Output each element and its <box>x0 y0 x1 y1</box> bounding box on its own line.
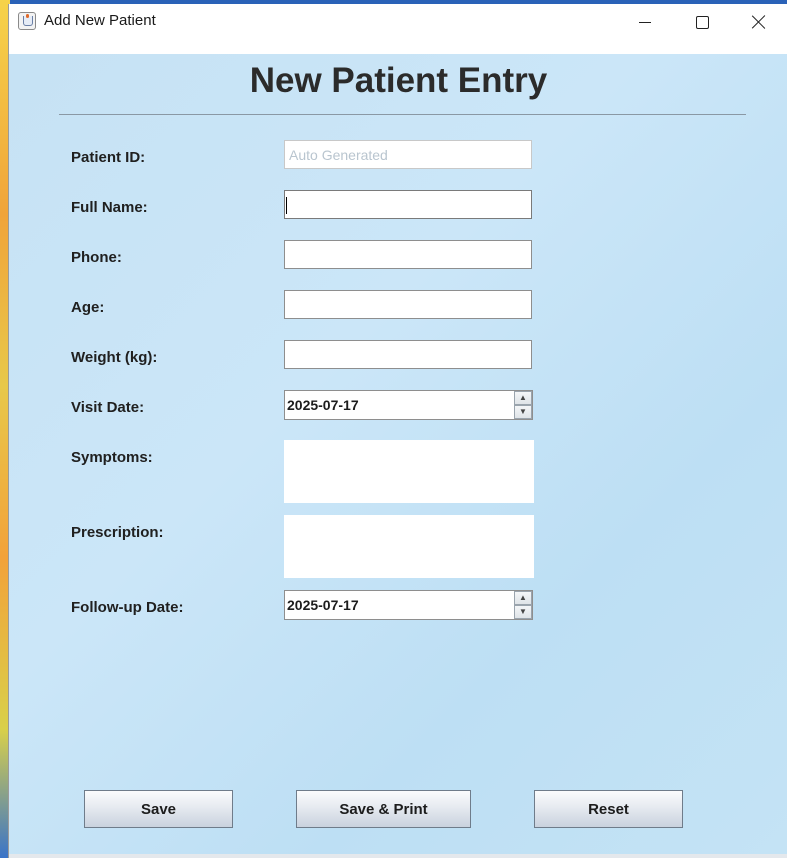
weight-field[interactable] <box>284 340 532 369</box>
arrow-up-icon: ▲ <box>519 393 527 402</box>
visit-date-value[interactable]: 2025-07-17 <box>287 397 359 413</box>
prescription-textarea[interactable] <box>284 515 534 578</box>
text-caret <box>286 197 287 214</box>
age-label: Age: <box>71 299 105 316</box>
close-button[interactable] <box>731 4 787 40</box>
patient-id-label: Patient ID: <box>71 149 146 166</box>
followup-date-increment-button[interactable]: ▲ <box>514 591 532 605</box>
weight-label: Weight (kg): <box>71 349 158 366</box>
symptoms-label: Symptoms: <box>71 449 153 466</box>
title-bar[interactable]: Add New Patient <box>9 4 787 52</box>
maximize-icon <box>695 15 709 29</box>
minimize-button[interactable] <box>617 4 673 40</box>
age-field[interactable] <box>284 290 532 319</box>
patient-id-field[interactable] <box>284 140 532 169</box>
symptoms-textarea[interactable] <box>284 440 534 503</box>
prescription-label: Prescription: <box>71 524 164 541</box>
save-and-print-button[interactable]: Save & Print <box>296 790 471 828</box>
arrow-down-icon: ▼ <box>519 607 527 616</box>
followup-date-label: Follow-up Date: <box>71 599 184 616</box>
full-name-label: Full Name: <box>71 199 148 216</box>
save-button[interactable]: Save <box>84 790 233 828</box>
followup-date-spinner[interactable]: 2025-07-17 ▲ ▼ <box>284 590 533 620</box>
reset-button[interactable]: Reset <box>534 790 683 828</box>
followup-date-value[interactable]: 2025-07-17 <box>287 597 359 613</box>
arrow-down-icon: ▼ <box>519 407 527 416</box>
full-name-field[interactable] <box>284 190 532 219</box>
form-heading: New Patient Entry <box>249 61 548 100</box>
minimize-icon <box>639 21 651 23</box>
visit-date-label: Visit Date: <box>71 399 145 416</box>
maximize-button[interactable] <box>674 4 730 40</box>
phone-label: Phone: <box>71 249 122 266</box>
window-bottom-edge <box>9 854 787 858</box>
window-title: Add New Patient <box>44 12 156 29</box>
heading-divider <box>59 114 746 115</box>
arrow-up-icon: ▲ <box>519 593 527 602</box>
close-icon <box>752 15 766 29</box>
followup-date-decrement-button[interactable]: ▼ <box>514 605 532 619</box>
form-panel: New Patient Entry Patient ID: Full Name:… <box>9 54 787 854</box>
visit-date-spinner[interactable]: 2025-07-17 ▲ ▼ <box>284 390 533 420</box>
visit-date-decrement-button[interactable]: ▼ <box>514 405 532 419</box>
visit-date-increment-button[interactable]: ▲ <box>514 391 532 405</box>
phone-field[interactable] <box>284 240 532 269</box>
java-app-icon <box>18 12 36 30</box>
add-patient-window: Add New Patient New Patient Entry Patien… <box>8 4 787 858</box>
